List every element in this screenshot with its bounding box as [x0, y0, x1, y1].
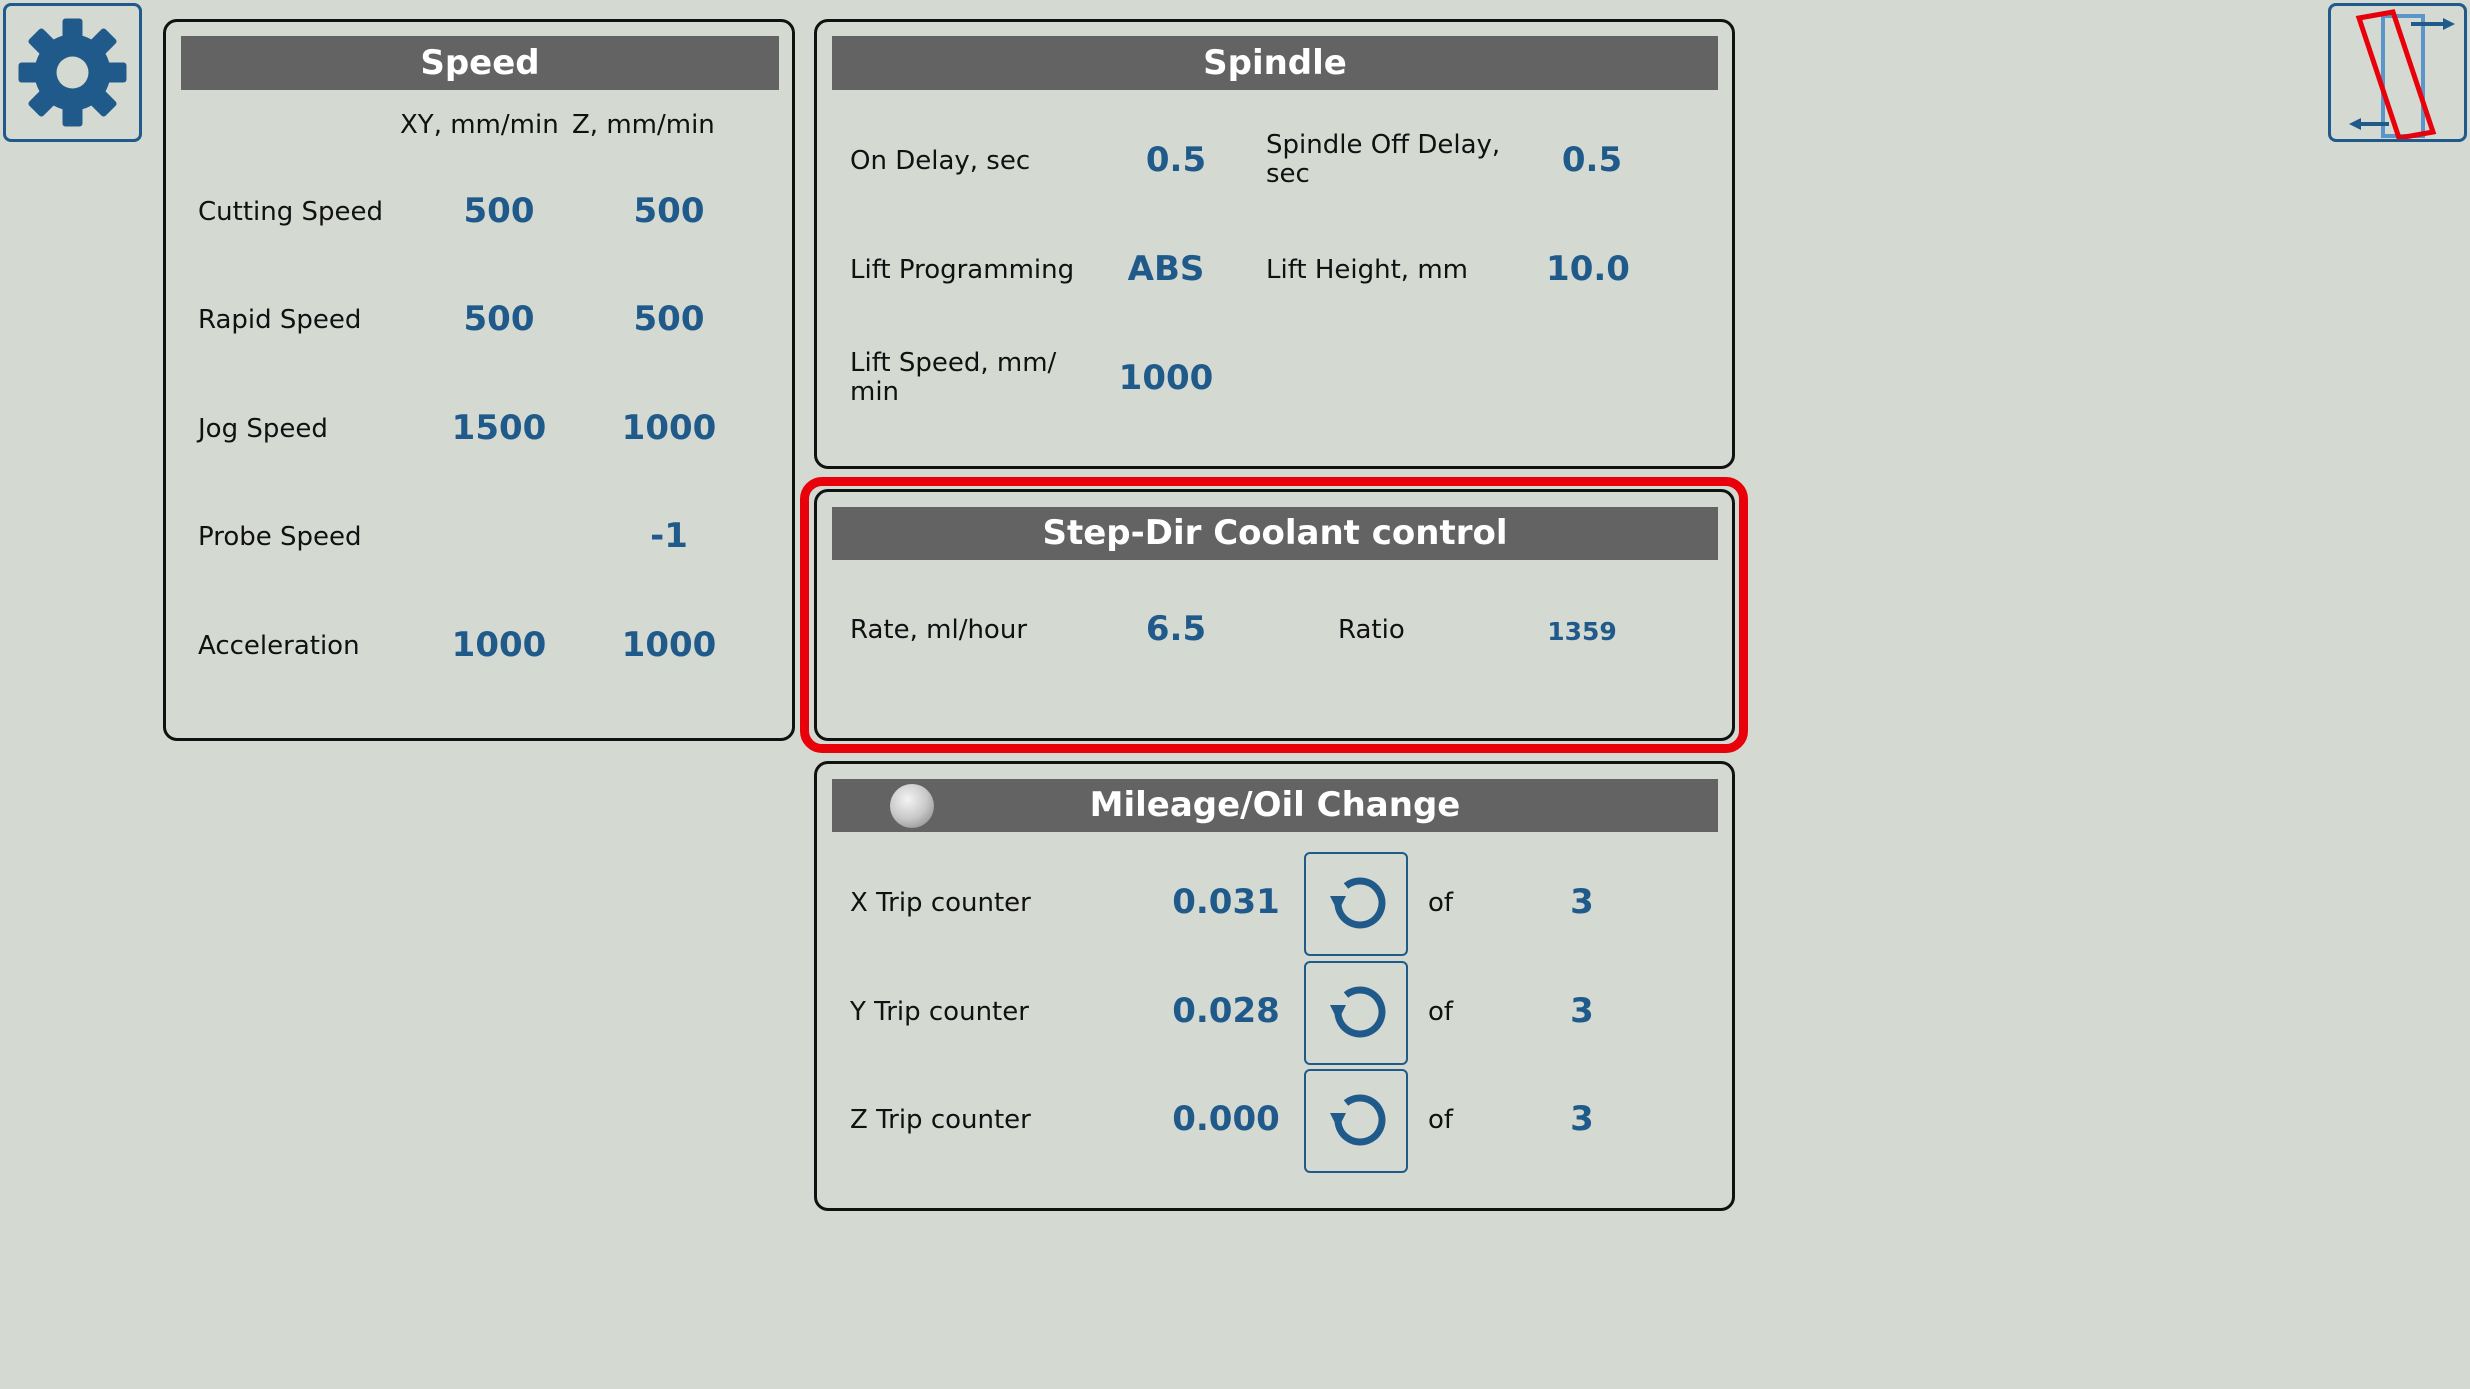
reset-y-trip-button[interactable]: [1304, 961, 1408, 1065]
cutting-speed-z-value[interactable]: 500: [599, 191, 739, 231]
status-led-icon: [890, 784, 934, 828]
jog-speed-z-value[interactable]: 1000: [599, 408, 739, 448]
of-label: of: [1428, 1105, 1454, 1135]
lift-speed-value[interactable]: 1000: [1096, 358, 1236, 398]
off-delay-value[interactable]: 0.5: [1522, 140, 1662, 180]
coolant-panel-title: Step-Dir Coolant control: [832, 507, 1718, 560]
of-label: of: [1428, 997, 1454, 1027]
y-trip-counter-value: 0.028: [1172, 991, 1280, 1031]
z-trip-counter-value: 0.000: [1172, 1099, 1280, 1139]
acceleration-z-value[interactable]: 1000: [599, 625, 739, 665]
trip-counter-label: Y Trip counter: [850, 997, 1029, 1027]
on-delay-label: On Delay, sec: [850, 146, 1031, 176]
x-trip-counter-value: 0.031: [1172, 882, 1280, 922]
on-delay-value[interactable]: 0.5: [1106, 140, 1246, 180]
rate-label: Rate, ml/hour: [850, 615, 1028, 645]
lift-height-value[interactable]: 10.0: [1518, 249, 1658, 289]
gear-icon: [18, 18, 127, 127]
x-trip-limit-value[interactable]: 3: [1512, 882, 1652, 922]
trip-counter-label: Z Trip counter: [850, 1105, 1031, 1135]
reset-icon: [1330, 877, 1386, 929]
rate-value[interactable]: 6.5: [1106, 609, 1246, 649]
lift-programming-label: Lift Programming: [850, 255, 1075, 285]
reset-icon: [1330, 1094, 1386, 1146]
speed-col-z: Z, mm/min: [572, 110, 715, 140]
reset-z-trip-button[interactable]: [1304, 1069, 1408, 1173]
lift-programming-value[interactable]: ABS: [1096, 249, 1236, 289]
trip-counter-label: X Trip counter: [850, 888, 1031, 918]
jog-speed-xy-value[interactable]: 1500: [429, 408, 569, 448]
y-trip-limit-value[interactable]: 3: [1512, 991, 1652, 1031]
rapid-speed-z-value[interactable]: 500: [599, 299, 739, 339]
speed-panel-title: Speed: [181, 36, 779, 90]
settings-button[interactable]: [3, 3, 142, 142]
z-trip-limit-value[interactable]: 3: [1512, 1099, 1652, 1139]
axis-mode-button[interactable]: [2328, 3, 2467, 142]
probe-speed-z-value[interactable]: -1: [599, 516, 739, 556]
speed-row-label: Acceleration: [198, 631, 360, 661]
reset-x-trip-button[interactable]: [1304, 852, 1408, 956]
axis-mode-icon: [2349, 9, 2455, 139]
ratio-label: Ratio: [1338, 615, 1405, 645]
acceleration-xy-value[interactable]: 1000: [429, 625, 569, 665]
mileage-panel-title: Mileage/Oil Change: [832, 779, 1718, 832]
cutting-speed-xy-value[interactable]: 500: [429, 191, 569, 231]
speed-row-label: Rapid Speed: [198, 305, 362, 335]
lift-height-label: Lift Height, mm: [1266, 255, 1468, 285]
off-delay-label: Spindle Off Delay, sec: [1266, 130, 1501, 189]
ratio-value[interactable]: 1359: [1512, 617, 1652, 646]
rapid-speed-xy-value[interactable]: 500: [429, 299, 569, 339]
speed-row-label: Cutting Speed: [198, 197, 383, 227]
speed-row-label: Probe Speed: [198, 522, 362, 552]
speed-row-label: Jog Speed: [198, 414, 328, 444]
of-label: of: [1428, 888, 1454, 918]
lift-speed-label: Lift Speed, mm/ min: [850, 348, 1057, 407]
reset-icon: [1330, 986, 1386, 1038]
speed-col-xy: XY, mm/min: [400, 110, 559, 140]
spindle-panel-title: Spindle: [832, 36, 1718, 90]
